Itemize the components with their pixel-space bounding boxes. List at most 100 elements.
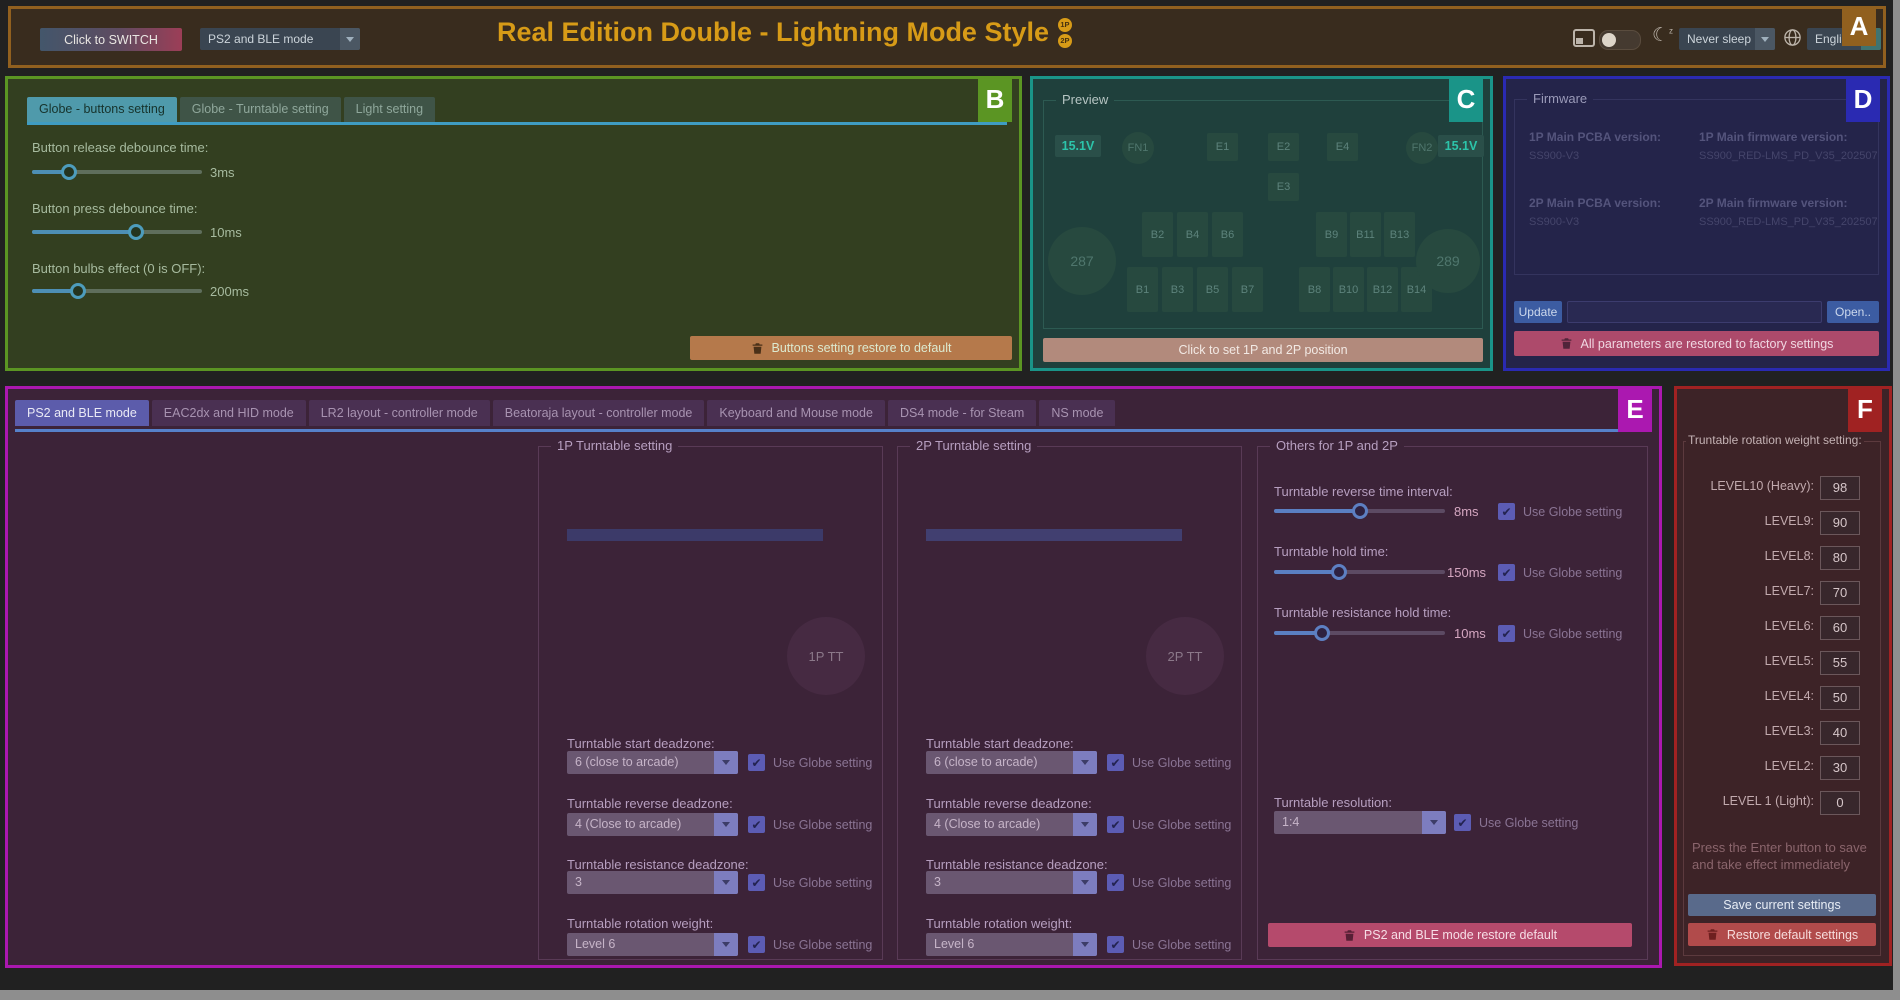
header-bar: A Click to SWITCH PS2 and BLE mode Real … <box>8 6 1886 68</box>
tab-globe-turntable-setting[interactable]: Globe - Turntable setting <box>180 97 341 122</box>
tab-ps2-ble-mode[interactable]: PS2 and BLE mode <box>15 400 149 426</box>
level4-input[interactable] <box>1820 686 1860 710</box>
bulbs-effect-slider[interactable] <box>32 283 202 299</box>
tab-ns-mode[interactable]: NS mode <box>1039 400 1115 426</box>
switch-button[interactable]: Click to SWITCH <box>40 28 182 51</box>
tab-lr2-layout-mode[interactable]: LR2 layout - controller mode <box>309 400 490 426</box>
use-globe-checkbox[interactable]: ✔ <box>1107 754 1124 771</box>
pip-window-icon[interactable] <box>1573 29 1595 47</box>
save-settings-button[interactable]: Save current settings <box>1688 894 1876 916</box>
theme-toggle[interactable] <box>1599 30 1641 50</box>
window-edge-right <box>1893 0 1900 1000</box>
chevron-down-icon <box>1073 933 1097 956</box>
check-icon: ✔ <box>1110 818 1120 832</box>
chevron-down-icon <box>714 933 738 956</box>
slider-knob[interactable] <box>70 283 86 299</box>
check-icon: ✔ <box>1501 566 1511 580</box>
mode-select[interactable]: PS2 and BLE mode <box>200 28 360 50</box>
slider-knob[interactable] <box>1314 625 1330 641</box>
reverse-deadzone-select[interactable]: 4 (Close to arcade) <box>567 813 738 836</box>
tab-globe-buttons-setting[interactable]: Globe - buttons setting <box>27 97 177 122</box>
resolution-label: Turntable resolution: <box>1274 795 1392 810</box>
use-globe-checkbox[interactable]: ✔ <box>748 816 765 833</box>
rotation-weight-select[interactable]: Level 6 <box>926 933 1097 956</box>
weights-group: Truntable rotation weight setting: LEVEL… <box>1683 441 1881 956</box>
tab-beatoraja-layout-mode[interactable]: Beatoraja layout - controller mode <box>493 400 705 426</box>
level5-label: LEVEL5: <box>1684 654 1814 668</box>
level5-input[interactable] <box>1820 651 1860 675</box>
level9-input[interactable] <box>1820 511 1860 535</box>
use-globe-checkbox[interactable]: ✔ <box>1107 816 1124 833</box>
chevron-down-icon <box>1073 813 1097 836</box>
use-globe-checkbox[interactable]: ✔ <box>748 936 765 953</box>
key-b13: B13 <box>1384 212 1415 257</box>
level7-input[interactable] <box>1820 581 1860 605</box>
slider-knob[interactable] <box>61 164 77 180</box>
level3-input[interactable] <box>1820 721 1860 745</box>
factory-restore-button[interactable]: All parameters are restored to factory s… <box>1514 331 1879 356</box>
key-b2: B2 <box>1142 212 1173 257</box>
use-globe-checkbox[interactable]: ✔ <box>1454 814 1471 831</box>
press-debounce-slider[interactable] <box>32 224 202 240</box>
use-globe-checkbox[interactable]: ✔ <box>1107 936 1124 953</box>
resistance-deadzone-select[interactable]: 3 <box>567 871 738 894</box>
use-globe-checkbox[interactable]: ✔ <box>748 874 765 891</box>
title-wrap: Real Edition Double - Lightning Mode Sty… <box>497 17 1072 48</box>
use-globe-label: Use Globe setting <box>773 818 872 832</box>
use-globe-checkbox[interactable]: ✔ <box>1107 874 1124 891</box>
use-globe-checkbox[interactable]: ✔ <box>1498 564 1515 581</box>
hold-time-slider[interactable] <box>1274 564 1445 580</box>
level6-input[interactable] <box>1820 616 1860 640</box>
e3-button: E3 <box>1268 173 1299 201</box>
ps2-ble-restore-button[interactable]: PS2 and BLE mode restore default <box>1268 923 1632 947</box>
slider-knob[interactable] <box>1331 564 1347 580</box>
resistance-deadzone-select[interactable]: 3 <box>926 871 1097 894</box>
reverse-interval-slider[interactable] <box>1274 503 1445 519</box>
level8-input[interactable] <box>1820 546 1860 570</box>
use-globe-label: Use Globe setting <box>1132 876 1231 890</box>
level2-input[interactable] <box>1820 756 1860 780</box>
resistance-hold-slider[interactable] <box>1274 625 1445 641</box>
use-globe-label: Use Globe setting <box>1523 566 1622 580</box>
level1-input[interactable] <box>1820 791 1860 815</box>
use-globe-checkbox[interactable]: ✔ <box>748 754 765 771</box>
level10-input[interactable] <box>1820 476 1860 500</box>
tt-1p-bar <box>567 529 823 541</box>
buttons-restore-default-button[interactable]: Buttons setting restore to default <box>690 336 1012 360</box>
page-title: Real Edition Double - Lightning Mode Sty… <box>497 17 1049 48</box>
reverse-deadzone-select[interactable]: 4 (Close to arcade) <box>926 813 1097 836</box>
slider-knob[interactable] <box>1352 503 1368 519</box>
fw-1p-label: 1P Main firmware version: <box>1699 130 1848 144</box>
use-globe-checkbox[interactable]: ✔ <box>1498 503 1515 520</box>
tab-light-setting[interactable]: Light setting <box>344 97 435 122</box>
rotation-weight-select[interactable]: Level 6 <box>567 933 738 956</box>
tab-keyboard-mouse-mode[interactable]: Keyboard and Mouse mode <box>707 400 885 426</box>
open-button[interactable]: Open.. <box>1827 301 1879 323</box>
fw-2p-value: SS900_RED-LMS_PD_V35_20250716 <box>1699 216 1877 228</box>
set-position-button[interactable]: Click to set 1P and 2P position <box>1043 338 1483 362</box>
trash-icon <box>751 342 764 355</box>
use-globe-label: Use Globe setting <box>1132 938 1231 952</box>
player-badges: 1P 2P <box>1058 18 1072 48</box>
sleep-select[interactable]: Never sleep <box>1679 28 1775 50</box>
start-deadzone-select[interactable]: 6 (close to arcade) <box>567 751 738 774</box>
use-globe-label: Use Globe setting <box>773 876 872 890</box>
tab-ds4-steam-mode[interactable]: DS4 mode - for Steam <box>888 400 1036 426</box>
key-b8: B8 <box>1299 267 1330 312</box>
mode-select-value: PS2 and BLE mode <box>200 28 340 50</box>
badge-1p: 1P <box>1058 18 1072 32</box>
use-globe-label: Use Globe setting <box>1523 505 1622 519</box>
resolution-select[interactable]: 1:4 <box>1274 811 1446 834</box>
check-icon: ✔ <box>751 756 761 770</box>
pcba-1p-value: SS900-V3 <box>1529 150 1689 162</box>
check-icon: ✔ <box>1110 938 1120 952</box>
slider-knob[interactable] <box>128 224 144 240</box>
update-button[interactable]: Update <box>1514 301 1562 323</box>
restore-default-button[interactable]: Restore default settings <box>1688 923 1876 946</box>
start-deadzone-select[interactable]: 6 (close to arcade) <box>926 751 1097 774</box>
use-globe-checkbox[interactable]: ✔ <box>1498 625 1515 642</box>
level6-label: LEVEL6: <box>1684 619 1814 633</box>
tab-eac2dx-hid-mode[interactable]: EAC2dx and HID mode <box>152 400 306 426</box>
firmware-file-input[interactable] <box>1567 301 1822 323</box>
release-debounce-slider[interactable] <box>32 164 202 180</box>
